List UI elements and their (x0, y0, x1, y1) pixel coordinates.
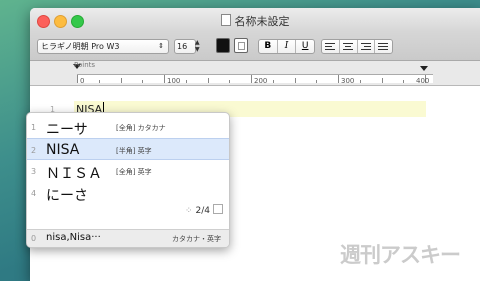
ruler-tick-label: 100 (167, 77, 181, 85)
candidate-item[interactable]: 4 にーさ (27, 182, 229, 204)
pager-dots-icon: ⁘ (184, 206, 193, 216)
candidate-number: 1 (31, 123, 37, 132)
candidate-text: ＮＩＳＡ (46, 166, 102, 182)
ruler-tick (77, 75, 78, 83)
footer-number: 0 (31, 234, 37, 243)
publisher-watermark: 週刊アスキー (340, 243, 461, 267)
ime-candidate-window: 1 ニーサ [全角] カタカナ 2 NISA [半角] 英字 3 ＮＩＳＡ [全… (26, 112, 230, 248)
candidate-text: NISA (46, 142, 80, 158)
font-family-select[interactable]: ヒラギノ明朝 Pro W3 ⇕ (37, 39, 169, 54)
ruler-tick (338, 75, 339, 83)
candidate-annotation: [全角] 英字 (116, 168, 152, 176)
candidate-number: 3 (31, 167, 37, 176)
candidate-number: 2 (31, 146, 37, 155)
align-right-button[interactable] (358, 40, 376, 53)
candidate-number: 4 (31, 189, 37, 198)
ruler-tick (251, 75, 252, 83)
format-toolbar: ヒラギノ明朝 Pro W3 ⇕ 16 ▲ ▼ B I U (30, 32, 480, 61)
ruler-tick-label: 200 (254, 77, 268, 85)
candidate-text: ニーサ (46, 122, 88, 138)
ruler-track: 0 100 200 300 400 (77, 74, 433, 85)
align-left-button[interactable] (322, 40, 340, 53)
underline-button[interactable]: U (296, 40, 314, 53)
italic-button[interactable]: I (278, 40, 297, 53)
candidate-annotation: [全角] カタカナ (116, 124, 166, 132)
alignment-buttons (321, 39, 393, 54)
align-center-button[interactable] (340, 40, 358, 53)
candidate-item[interactable]: 1 ニーサ [全角] カタカナ (27, 116, 229, 138)
window-title: 名称未設定 (30, 13, 480, 29)
select-arrows-icon: ⇕ (158, 42, 164, 50)
background-color-swatch[interactable] (234, 38, 248, 53)
candidate-annotation: [半角] 英字 (116, 147, 152, 155)
ruler-unit-label: Points (74, 61, 96, 69)
candidate-text: にーさ (46, 188, 88, 204)
window-title-text: 名称未設定 (234, 15, 290, 28)
candidate-item[interactable]: 3 ＮＩＳＡ [全角] 英字 (27, 160, 229, 182)
footer-annotation: カタカナ・英字 (172, 235, 221, 243)
pager-text: 2/4 (195, 206, 210, 216)
bold-button[interactable]: B (259, 40, 278, 53)
candidate-footer[interactable]: 0 nisa,Nisa··· カタカナ・英字 (27, 229, 229, 247)
candidate-item-selected[interactable]: 2 NISA [半角] 英字 (27, 138, 229, 160)
ruler-tick (164, 75, 165, 83)
ruler-tick-label: 0 (80, 77, 85, 85)
text-color-swatch[interactable] (216, 38, 230, 53)
font-family-value: ヒラギノ明朝 Pro W3 (41, 42, 120, 51)
title-bar: 名称未設定 (30, 8, 480, 32)
grid-view-icon[interactable] (213, 204, 223, 214)
ruler-tick-label: 300 (341, 77, 355, 85)
font-size-field[interactable]: 16 (174, 39, 196, 54)
text-style-buttons: B I U (258, 39, 315, 54)
right-margin-marker-icon[interactable] (420, 66, 428, 71)
ruler[interactable]: Points 0 100 200 300 400 (30, 61, 480, 86)
document-icon (220, 14, 231, 26)
footer-text: nisa,Nisa··· (46, 232, 101, 243)
align-justify-button[interactable] (375, 40, 392, 53)
candidate-pager[interactable]: ⁘ 2/4 (185, 204, 223, 216)
ruler-tick-label: 400 (416, 77, 430, 85)
font-size-stepper[interactable]: ▲ ▼ (195, 39, 203, 53)
